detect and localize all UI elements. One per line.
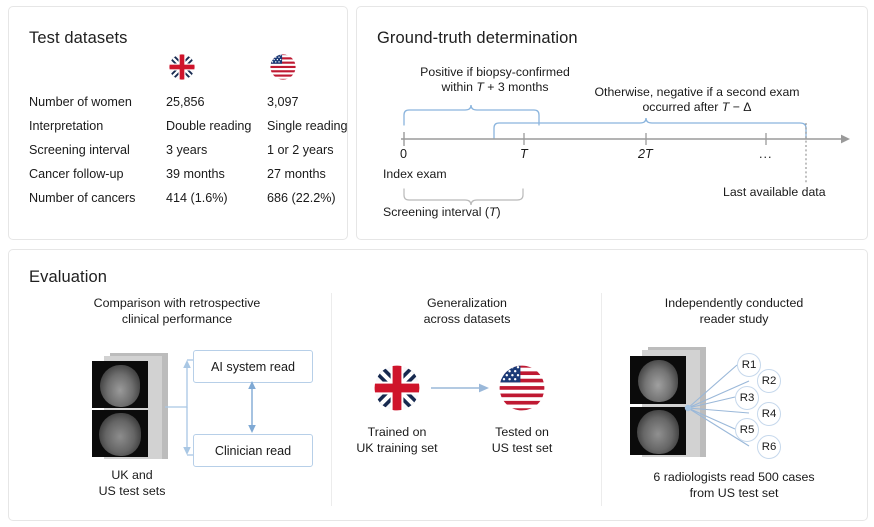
caption-line-1: Trained on [367, 425, 427, 439]
us-flag-icon [498, 364, 546, 417]
row-value-uk: 39 months [166, 167, 225, 181]
row-value-uk: Double reading [166, 119, 252, 133]
row-value-uk: 414 (1.6%) [166, 191, 228, 205]
row-value-uk: 3 years [166, 143, 208, 157]
row-value-us: 27 months [267, 167, 326, 181]
reader-circle-r3: R3 [735, 386, 759, 410]
section-heading-comparison: Comparison with retrospective clinical p… [27, 296, 327, 327]
reader-circle-r2: R2 [757, 369, 781, 393]
row-value-us: Single reading [267, 119, 348, 133]
caption-line-1: UK and [111, 468, 153, 482]
page-title-evaluation: Evaluation [29, 268, 108, 286]
index-exam-label: Index exam [383, 167, 447, 181]
section-heading-generalization: Generalization across datasets [339, 296, 595, 327]
reader-circle-r6: R6 [757, 435, 781, 459]
test-datasets-panel: Test datasets Number of women 25,856 3,0… [8, 6, 348, 240]
heading-line-1: Generalization [427, 296, 507, 310]
caption-uk-us-test-sets: UK and US test sets [67, 468, 197, 499]
caption-reader-study: 6 radiologists read 500 cases from US te… [609, 470, 859, 501]
row-value-us: 686 (22.2%) [267, 191, 336, 205]
datasets-table: Number of women 25,856 3,097 Interpretat… [29, 95, 348, 215]
read-comparison-double-arrow [248, 381, 256, 433]
ai-system-read-label: AI system read [211, 359, 295, 374]
screening-interval-label: Screening interval (T) [383, 205, 501, 220]
table-row: Cancer follow-up 39 months 27 months [29, 167, 331, 191]
row-label: Number of cancers [29, 191, 136, 205]
heading-line-2: clinical performance [121, 311, 233, 326]
reader-label: R4 [761, 408, 777, 420]
caption-line-1: 6 radiologists read 500 cases [653, 470, 815, 484]
table-row: Number of women 25,856 3,097 [29, 95, 331, 119]
section-divider [601, 293, 602, 506]
caption-line-2: UK training set [356, 440, 438, 455]
reader-label: R1 [741, 359, 757, 371]
us-flag-icon [269, 53, 297, 86]
mammogram-image-top [92, 361, 148, 408]
section-heading-reader-study: Independently conducted reader study [609, 296, 859, 327]
row-label: Interpretation [29, 119, 104, 133]
heading-line-1: Independently conducted [664, 296, 804, 310]
tick-label-0: 0 [400, 147, 408, 161]
uk-flag-icon [373, 364, 421, 417]
mammogram-image-bottom [630, 407, 686, 455]
evaluation-panel: Evaluation Comparison with retrospective… [8, 249, 868, 521]
row-value-us: 1 or 2 years [267, 143, 334, 157]
mammogram-image-bottom [92, 410, 148, 457]
reader-circle-r1: R1 [737, 353, 761, 377]
page-title-test-datasets: Test datasets [29, 29, 128, 47]
table-row: Number of cancers 414 (1.6%) 686 (22.2%) [29, 191, 336, 215]
row-value-us: 3,097 [267, 95, 299, 109]
row-label: Cancer follow-up [29, 167, 124, 181]
caption-line-2: US test set [491, 440, 553, 455]
row-label: Number of women [29, 95, 132, 109]
caption-line-2: US test sets [98, 483, 166, 498]
screening-interval-post: ) [496, 205, 501, 219]
section-divider [331, 293, 332, 506]
ground-truth-panel: Ground-truth determination Positive if b… [356, 6, 868, 240]
tick-label-ellipsis: ... [759, 147, 773, 161]
table-row: Interpretation Double reading Single rea… [29, 119, 348, 143]
reader-label: R5 [739, 424, 755, 436]
dataset-column-flags [9, 53, 347, 87]
reader-label: R3 [739, 392, 755, 404]
heading-line-1: Comparison with retrospective [93, 296, 261, 310]
reader-label: R6 [761, 441, 777, 453]
reader-circle-r5: R5 [735, 418, 759, 442]
heading-line-2: across datasets [423, 311, 511, 326]
caption-line-1: Tested on [495, 425, 549, 439]
caption-trained-on-uk: Trained on UK training set [335, 425, 459, 456]
tick-label-2T: 2T [638, 147, 653, 161]
caption-tested-on-us: Tested on US test set [465, 425, 579, 456]
table-row: Screening interval 3 years 1 or 2 years [29, 143, 334, 167]
mammogram-image-top [630, 356, 686, 404]
generalization-arrow-icon [431, 383, 489, 393]
screening-interval-pre: Screening interval ( [383, 205, 489, 219]
reader-circle-r4: R4 [757, 402, 781, 426]
tick-label-T: T [520, 147, 528, 161]
row-label: Screening interval [29, 143, 130, 157]
reader-label: R2 [761, 375, 777, 387]
row-value-uk: 25,856 [166, 95, 205, 109]
caption-line-2: from US test set [689, 485, 779, 500]
uk-flag-icon [168, 53, 196, 86]
last-available-data-label: Last available data [723, 185, 826, 199]
clinician-read-label: Clinician read [214, 443, 292, 458]
heading-line-2: reader study [699, 311, 769, 326]
